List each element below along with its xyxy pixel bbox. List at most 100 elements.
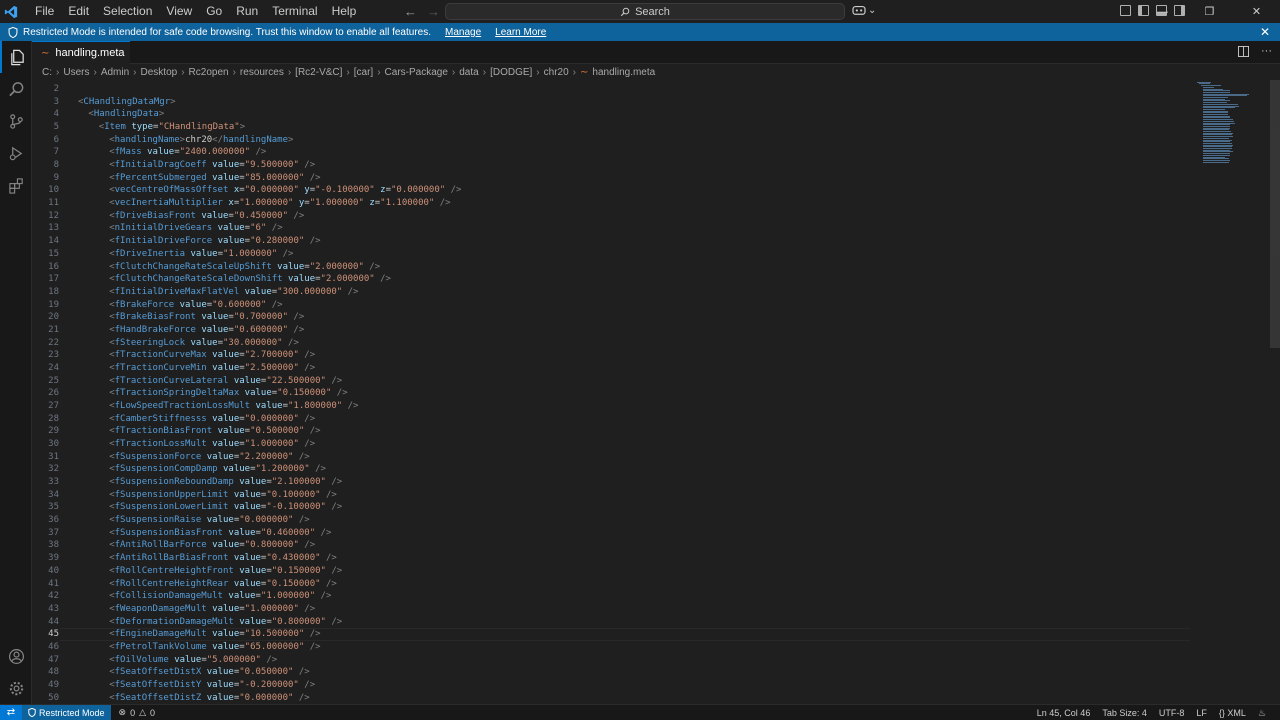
scrollbar-thumb[interactable]	[1270, 80, 1280, 348]
menu-run[interactable]: Run	[229, 0, 265, 23]
code-line[interactable]: 46 <fPetrolTankVolume value="65.000000" /…	[32, 641, 1192, 654]
more-icon[interactable]: ···	[1261, 46, 1272, 57]
command-center-search[interactable]: Search	[445, 3, 845, 20]
close-icon[interactable]: ✕	[1260, 25, 1270, 39]
menu-selection[interactable]: Selection	[96, 0, 159, 23]
code-line[interactable]: 15 <fDriveInertia value="1.000000" />	[32, 248, 1192, 261]
breadcrumb-item[interactable]: Cars-Package	[385, 67, 448, 78]
search-icon[interactable]	[0, 73, 32, 105]
copilot-button[interactable]: ⌄	[852, 4, 876, 16]
close-window-icon[interactable]: ✕	[1233, 0, 1280, 23]
menu-help[interactable]: Help	[325, 0, 364, 23]
language-mode[interactable]: {} XML	[1219, 708, 1246, 718]
breadcrumb-item[interactable]: data	[459, 67, 478, 78]
end-of-line[interactable]: LF	[1196, 708, 1207, 718]
code-line[interactable]: 30 <fTractionLossMult value="1.000000" />	[32, 438, 1192, 451]
cursor-position[interactable]: Ln 45, Col 46	[1037, 708, 1091, 718]
breadcrumb-item[interactable]: Users	[63, 67, 89, 78]
code-line[interactable]: 20 <fBrakeBiasFront value="0.700000" />	[32, 311, 1192, 324]
code-line[interactable]: 2	[32, 83, 1192, 96]
code-line[interactable]: 24 <fTractionCurveMin value="2.500000" />	[32, 362, 1192, 375]
minimap[interactable]	[1197, 80, 1257, 170]
problems-indicator[interactable]: ⊗ 0 △ 0	[119, 707, 156, 718]
breadcrumb-item[interactable]: [DODGE]	[490, 67, 532, 78]
code-line[interactable]: 18 <fInitialDriveMaxFlatVel value="300.00…	[32, 286, 1192, 299]
breadcrumb-item[interactable]: resources	[240, 67, 284, 78]
split-editor-icon[interactable]	[1238, 46, 1249, 57]
code-line[interactable]: 3 <CHandlingDataMgr>	[32, 96, 1192, 109]
account-icon[interactable]	[0, 640, 32, 672]
code-line[interactable]: 28 <fCamberStiffnesss value="0.000000" />	[32, 413, 1192, 426]
code-line[interactable]: 39 <fAntiRollBarBiasFront value="0.430000…	[32, 552, 1192, 565]
learn-more-link[interactable]: Learn More	[495, 27, 546, 38]
code-line[interactable]: 8 <fInitialDragCoeff value="9.500000" />	[32, 159, 1192, 172]
code-line[interactable]: 16 <fClutchChangeRateScaleUpShift value="…	[32, 261, 1192, 274]
menu-file[interactable]: File	[28, 0, 61, 23]
code-line[interactable]: 37 <fSuspensionBiasFront value="0.460000"…	[32, 527, 1192, 540]
code-line[interactable]: 25 <fTractionCurveLateral value="22.50000…	[32, 375, 1192, 388]
tab-size[interactable]: Tab Size: 4	[1102, 708, 1147, 718]
restore-icon[interactable]: ❐	[1186, 0, 1233, 23]
breadcrumb-item[interactable]: handling.meta	[592, 67, 655, 78]
code-line[interactable]: 45 <fEngineDamageMult value="10.500000" /…	[32, 628, 1192, 642]
code-line[interactable]: 14 <fInitialDriveForce value="0.280000" /…	[32, 235, 1192, 248]
breadcrumb-item[interactable]: [car]	[354, 67, 373, 78]
arrow-right-icon[interactable]: →	[427, 4, 440, 19]
code-line[interactable]: 4 <HandlingData>	[32, 108, 1192, 121]
code-line[interactable]: 11 <vecInertiaMultiplier x="1.000000" y="…	[32, 197, 1192, 210]
bell-icon[interactable]: ♨	[1258, 708, 1266, 719]
code-line[interactable]: 31 <fSuspensionForce value="2.200000" />	[32, 451, 1192, 464]
breadcrumb-item[interactable]: Desktop	[141, 67, 178, 78]
files-icon[interactable]	[0, 41, 32, 73]
tab-handling-meta[interactable]: ∼ handling.meta	[32, 41, 130, 64]
customize-layout-icon[interactable]	[1120, 5, 1131, 16]
vertical-scrollbar[interactable]	[1270, 80, 1280, 704]
code-line[interactable]: 35 <fSuspensionLowerLimit value="-0.10000…	[32, 501, 1192, 514]
breadcrumb-item[interactable]: Admin	[101, 67, 129, 78]
extensions-icon[interactable]	[0, 169, 32, 201]
encoding[interactable]: UTF-8	[1159, 708, 1185, 718]
menu-go[interactable]: Go	[199, 0, 229, 23]
run-debug-icon[interactable]	[0, 137, 32, 169]
code-line[interactable]: 44 <fDeformationDamageMult value="0.80000…	[32, 616, 1192, 629]
code-line[interactable]: 49 <fSeatOffsetDistY value="-0.200000" />	[32, 679, 1192, 692]
code-line[interactable]: 36 <fSuspensionRaise value="0.000000" />	[32, 514, 1192, 527]
code-line[interactable]: 21 <fHandBrakeForce value="0.600000" />	[32, 324, 1192, 337]
code-line[interactable]: 42 <fCollisionDamageMult value="1.000000"…	[32, 590, 1192, 603]
code-line[interactable]: 29 <fTractionBiasFront value="0.500000" /…	[32, 425, 1192, 438]
code-line[interactable]: 5 <Item type="CHandlingData">	[32, 121, 1192, 134]
code-line[interactable]: 50 <fSeatOffsetDistZ value="0.000000" />	[32, 692, 1192, 704]
remote-icon[interactable]: ⇄	[0, 704, 22, 720]
code-line[interactable]: 13 <nInitialDriveGears value="6" />	[32, 222, 1192, 235]
code-editor[interactable]: 2 3 <CHandlingDataMgr> 4 <HandlingData> 5 <Ite…	[32, 80, 1280, 704]
code-line[interactable]: 10 <vecCentreOfMassOffset x="0.000000" y=…	[32, 184, 1192, 197]
code-line[interactable]: 7 <fMass value="2400.000000" />	[32, 146, 1192, 159]
code-line[interactable]: 34 <fSuspensionUpperLimit value="0.100000…	[32, 489, 1192, 502]
breadcrumb-item[interactable]: chr20	[544, 67, 569, 78]
arrow-left-icon[interactable]: ←	[404, 4, 417, 19]
breadcrumb-item[interactable]: C:	[42, 67, 52, 78]
menu-edit[interactable]: Edit	[61, 0, 96, 23]
code-line[interactable]: 9 <fPercentSubmerged value="85.000000" />	[32, 172, 1192, 185]
manage-link[interactable]: Manage	[445, 27, 481, 38]
code-line[interactable]: 32 <fSuspensionCompDamp value="1.200000" …	[32, 463, 1192, 476]
code-line[interactable]: 41 <fRollCentreHeightRear value="0.150000…	[32, 578, 1192, 591]
code-line[interactable]: 27 <fLowSpeedTractionLossMult value="1.80…	[32, 400, 1192, 413]
code-line[interactable]: 48 <fSeatOffsetDistX value="0.050000" />	[32, 666, 1192, 679]
minimize-icon[interactable]: —	[1139, 0, 1186, 23]
menu-terminal[interactable]: Terminal	[265, 0, 324, 23]
restricted-mode-status[interactable]: Restricted Mode	[22, 704, 111, 720]
code-line[interactable]: 33 <fSuspensionReboundDamp value="2.10000…	[32, 476, 1192, 489]
settings-gear-icon[interactable]	[0, 672, 32, 704]
code-line[interactable]: 47 <fOilVolume value="5.000000" />	[32, 654, 1192, 667]
code-line[interactable]: 6 <handlingName>chr20</handlingName>	[32, 134, 1192, 147]
code-line[interactable]: 40 <fRollCentreHeightFront value="0.15000…	[32, 565, 1192, 578]
code-line[interactable]: 19 <fBrakeForce value="0.600000" />	[32, 299, 1192, 312]
code-line[interactable]: 23 <fTractionCurveMax value="2.700000" />	[32, 349, 1192, 362]
code-line[interactable]: 43 <fWeaponDamageMult value="1.000000" />	[32, 603, 1192, 616]
code-line[interactable]: 22 <fSteeringLock value="30.000000" />	[32, 337, 1192, 350]
code-line[interactable]: 38 <fAntiRollBarForce value="0.800000" />	[32, 539, 1192, 552]
code-line[interactable]: 12 <fDriveBiasFront value="0.450000" />	[32, 210, 1192, 223]
code-line[interactable]: 26 <fTractionSpringDeltaMax value="0.1500…	[32, 387, 1192, 400]
source-control-icon[interactable]	[0, 105, 32, 137]
